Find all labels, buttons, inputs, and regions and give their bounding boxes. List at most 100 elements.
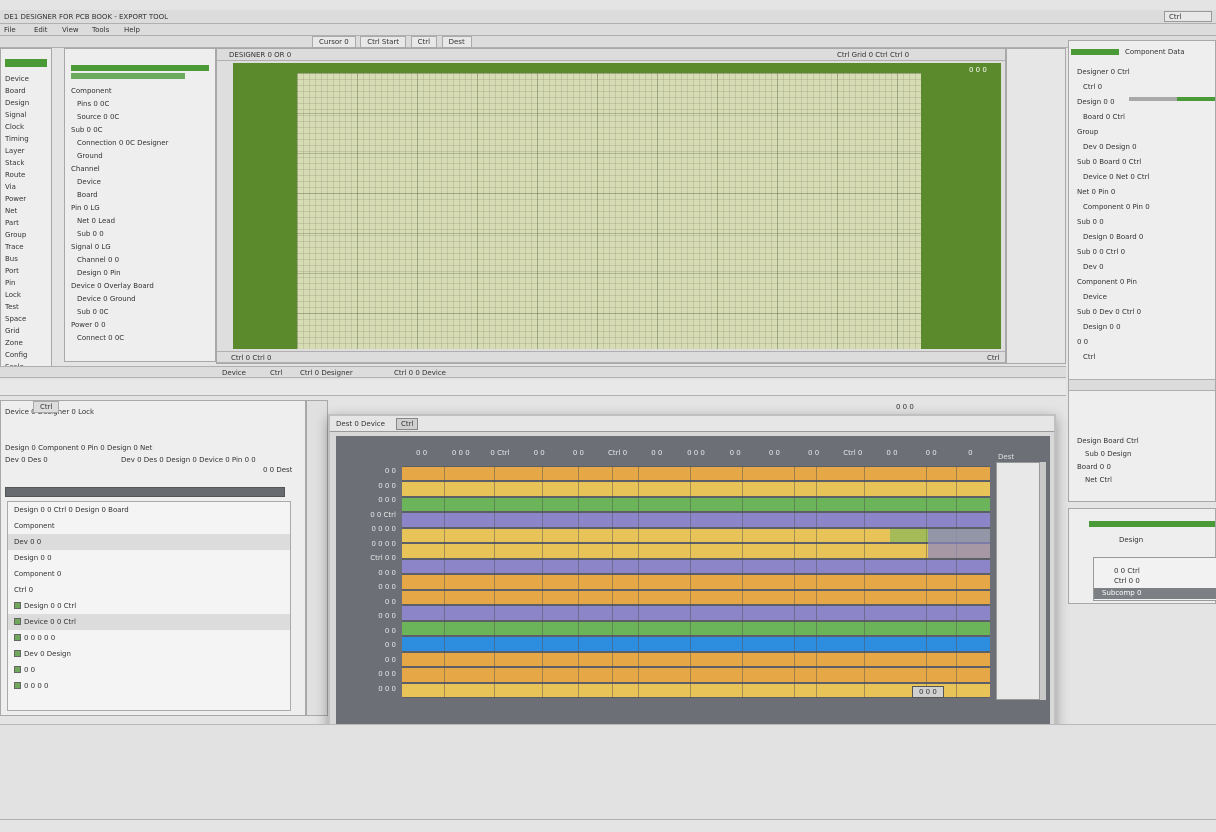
checkbox-icon[interactable] bbox=[14, 634, 21, 641]
tab-ctrl[interactable]: Ctrl bbox=[410, 36, 438, 48]
timeline-band[interactable] bbox=[402, 652, 990, 667]
timeline-band[interactable] bbox=[402, 621, 990, 636]
properties-list-item[interactable]: Design 0 0 Ctrl bbox=[8, 598, 290, 614]
left-list-item[interactable]: Via bbox=[1, 181, 51, 193]
tree-item[interactable]: Connect 0 0C bbox=[65, 332, 215, 345]
right-list-item[interactable]: Design 0 0 bbox=[1075, 95, 1211, 110]
left-list-item[interactable]: Route bbox=[1, 169, 51, 181]
menu-edit[interactable]: Edit bbox=[34, 25, 48, 35]
right-list-item[interactable]: Sub 0 Board 0 Ctrl bbox=[1075, 155, 1211, 170]
column-header[interactable]: 0 0 bbox=[402, 448, 441, 458]
dialog-tab[interactable]: Ctrl bbox=[396, 418, 419, 430]
properties-list-item[interactable]: 0 0 bbox=[8, 662, 290, 678]
properties-list-item[interactable]: 0 0 0 0 0 bbox=[8, 630, 290, 646]
column-header[interactable]: 0 0 bbox=[912, 448, 951, 458]
left-list-item[interactable]: Lock bbox=[1, 289, 51, 301]
tree-item[interactable]: Pins 0 0C bbox=[65, 98, 215, 111]
tree-item[interactable]: Power 0 0 bbox=[65, 319, 215, 332]
column-header[interactable]: 0 0 bbox=[559, 448, 598, 458]
right-list-item[interactable]: Design 0 0 bbox=[1075, 320, 1211, 335]
left-list-item[interactable]: Pin bbox=[1, 277, 51, 289]
right-list-item[interactable]: Sub 0 Dev 0 Ctrl 0 bbox=[1075, 305, 1211, 320]
tree-item[interactable]: Design 0 Pin bbox=[65, 267, 215, 280]
right-bottom-item-2[interactable]: Ctrl 0 0 bbox=[1114, 576, 1140, 586]
right-list-item[interactable]: Device bbox=[1075, 290, 1211, 305]
right-list-item[interactable]: Sub 0 0 Ctrl 0 bbox=[1075, 245, 1211, 260]
right-lower-item[interactable]: Board 0 0 bbox=[1075, 461, 1211, 474]
checkbox-icon[interactable] bbox=[14, 602, 21, 609]
menu-view[interactable]: View bbox=[62, 25, 79, 35]
right-list-item[interactable]: Dev 0 bbox=[1075, 260, 1211, 275]
column-header[interactable]: Ctrl 0 bbox=[598, 448, 637, 458]
right-list-item[interactable]: Group bbox=[1075, 125, 1211, 140]
timeline-band[interactable] bbox=[402, 683, 990, 697]
tree-item[interactable]: Channel 0 0 bbox=[65, 254, 215, 267]
properties-list-item[interactable]: Ctrl 0 bbox=[8, 582, 290, 598]
right-list-item[interactable]: Dev 0 Design 0 bbox=[1075, 140, 1211, 155]
right-list-item[interactable]: Design 0 Board 0 bbox=[1075, 230, 1211, 245]
strip-tab-3[interactable]: Ctrl 0 Designer bbox=[300, 368, 353, 378]
checkbox-icon[interactable] bbox=[14, 650, 21, 657]
tree-item[interactable]: Component bbox=[65, 85, 215, 98]
timeline-band[interactable] bbox=[402, 668, 990, 682]
left-list-item[interactable]: Timing bbox=[1, 133, 51, 145]
left-list-item[interactable]: Power bbox=[1, 193, 51, 205]
properties-list-item[interactable]: Device 0 0 Ctrl bbox=[8, 614, 290, 630]
tree-item[interactable]: Channel bbox=[65, 163, 215, 176]
timeline-band[interactable] bbox=[402, 482, 990, 496]
strip-tab-2[interactable]: Ctrl bbox=[270, 368, 282, 378]
column-header[interactable]: Ctrl 0 bbox=[833, 448, 872, 458]
timeline-band[interactable] bbox=[402, 575, 990, 589]
window-control-button[interactable]: Ctrl bbox=[1165, 12, 1211, 22]
timeline-band[interactable] bbox=[402, 513, 990, 527]
left-list-item[interactable]: Layer bbox=[1, 145, 51, 157]
column-header[interactable]: 0 0 bbox=[716, 448, 755, 458]
right-list-item[interactable]: Board 0 Ctrl bbox=[1075, 110, 1211, 125]
tree-item[interactable]: Device bbox=[65, 176, 215, 189]
tab-start[interactable]: Ctrl Start bbox=[360, 36, 407, 48]
tree-item[interactable]: Source 0 0C bbox=[65, 111, 215, 124]
properties-list-item[interactable]: Component bbox=[8, 518, 290, 534]
dialog-scrollbar[interactable] bbox=[1040, 462, 1046, 700]
left-list-item[interactable]: Signal bbox=[1, 109, 51, 121]
right-list-item[interactable]: Component 0 Pin bbox=[1075, 275, 1211, 290]
left-list-item[interactable]: Port bbox=[1, 265, 51, 277]
right-list-item[interactable]: Sub 0 0 bbox=[1075, 215, 1211, 230]
left-list-item[interactable]: Part bbox=[1, 217, 51, 229]
properties-list-item[interactable]: Dev 0 Design bbox=[8, 646, 290, 662]
dialog-right-list[interactable] bbox=[996, 462, 1040, 700]
right-list-item[interactable]: Device 0 Net 0 Ctrl bbox=[1075, 170, 1211, 185]
properties-list-item[interactable]: Design 0 0 Ctrl 0 Design 0 Board bbox=[8, 502, 290, 518]
column-header[interactable]: 0 bbox=[951, 448, 990, 458]
right-bottom-selected-row[interactable]: Subcomp 0 bbox=[1094, 588, 1216, 599]
right-bottom-item-1[interactable]: 0 0 Ctrl bbox=[1114, 566, 1140, 576]
timeline-band[interactable] bbox=[402, 606, 990, 620]
column-header[interactable]: 0 0 bbox=[755, 448, 794, 458]
left-list-item[interactable]: Test bbox=[1, 301, 51, 313]
left-list-item[interactable]: Zone bbox=[1, 337, 51, 349]
right-list-item[interactable]: Designer 0 Ctrl bbox=[1075, 65, 1211, 80]
tree-item[interactable]: Pin 0 LG bbox=[65, 202, 215, 215]
tree-item[interactable]: Sub 0 0 bbox=[65, 228, 215, 241]
tree-item[interactable]: Connection 0 0C Designer bbox=[65, 137, 215, 150]
left-list-item[interactable]: Trace bbox=[1, 241, 51, 253]
right-list-item[interactable]: Ctrl 0 bbox=[1075, 80, 1211, 95]
left-list-item[interactable]: Clock bbox=[1, 121, 51, 133]
left-list-item[interactable]: Group bbox=[1, 229, 51, 241]
timeline-band[interactable] bbox=[402, 544, 990, 558]
right-list-item[interactable]: Net 0 Pin 0 bbox=[1075, 185, 1211, 200]
tab-dest[interactable]: Dest bbox=[441, 36, 472, 48]
left-list-item[interactable]: Device bbox=[1, 73, 51, 85]
column-header[interactable]: 0 Ctrl bbox=[480, 448, 519, 458]
left-list-item[interactable]: Grid bbox=[1, 325, 51, 337]
tab-cursor[interactable]: Cursor 0 bbox=[312, 36, 356, 48]
column-header[interactable]: 0 0 bbox=[794, 448, 833, 458]
column-header[interactable]: 0 0 bbox=[637, 448, 676, 458]
dialog-button[interactable]: 0 0 0 bbox=[912, 686, 944, 698]
properties-list-item[interactable]: Design 0 0 bbox=[8, 550, 290, 566]
menu-file[interactable]: File bbox=[4, 25, 16, 35]
right-list-item[interactable]: Component 0 Pin 0 bbox=[1075, 200, 1211, 215]
canvas-grid[interactable] bbox=[297, 73, 921, 349]
right-lower-item[interactable]: Sub 0 Design bbox=[1075, 448, 1211, 461]
tree-item[interactable]: Device 0 Ground bbox=[65, 293, 215, 306]
